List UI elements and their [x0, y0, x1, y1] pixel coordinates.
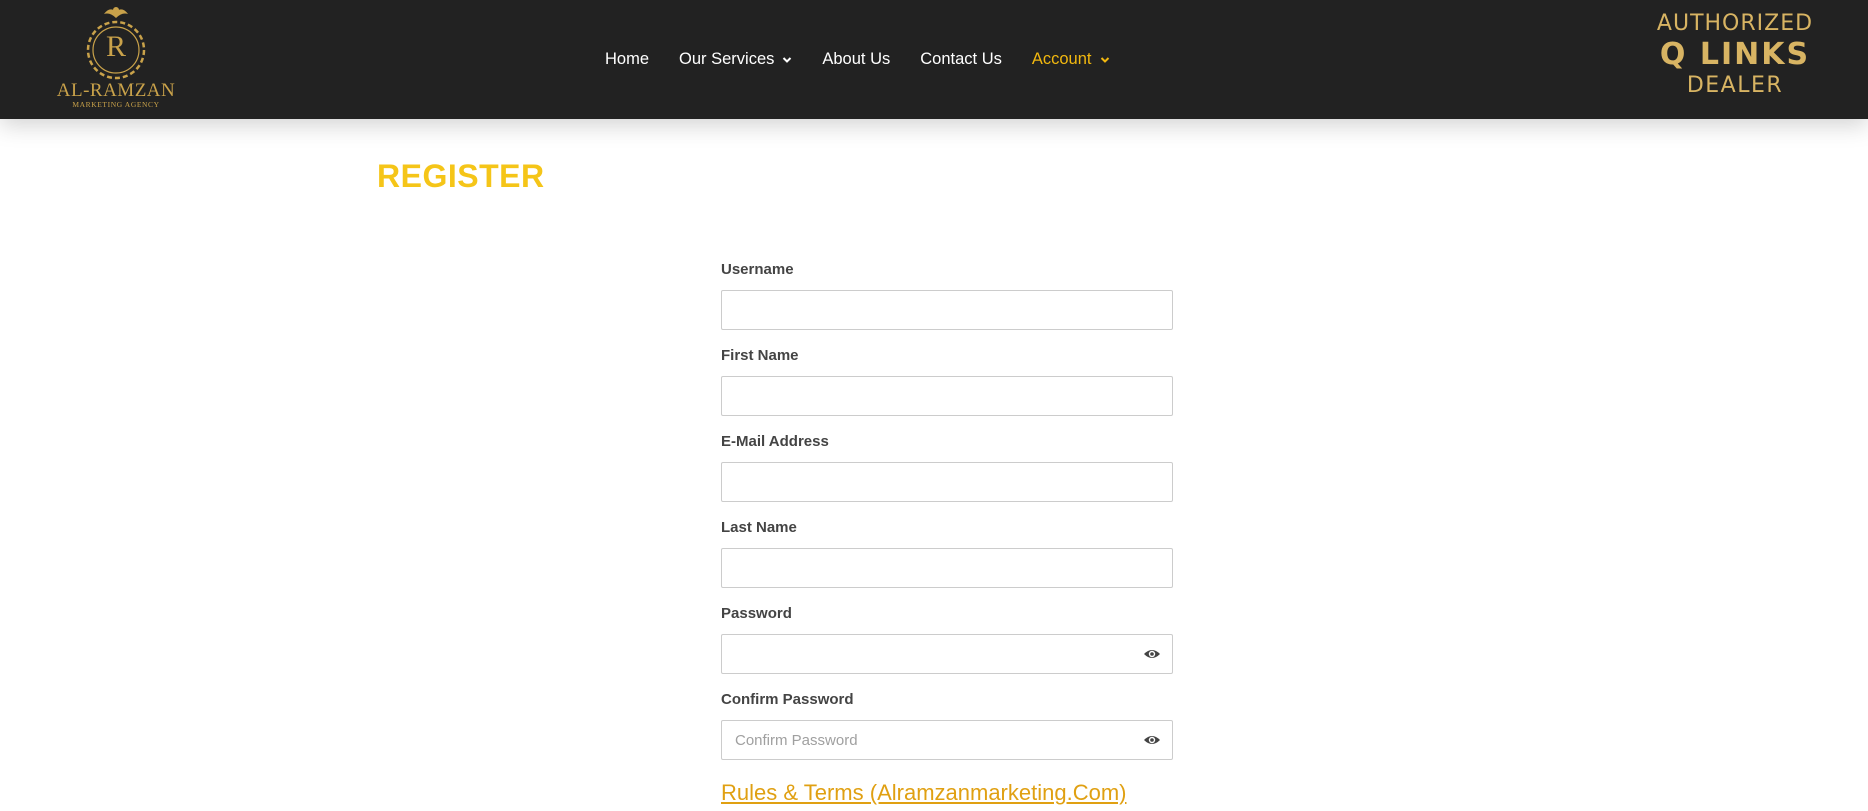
nav-about-us-label: About Us	[822, 50, 891, 68]
eye-icon[interactable]	[1143, 647, 1161, 661]
password-input[interactable]	[721, 634, 1173, 674]
username-field-group: Username	[721, 260, 1173, 330]
nav-contact-us-label: Contact Us	[920, 50, 1002, 68]
email-label: E-Mail Address	[721, 433, 829, 450]
chevron-down-icon	[1100, 56, 1109, 63]
qlinks-dealer-logo[interactable]: AUTHORIZED Q LINKS DEALER	[1630, 10, 1840, 105]
rules-terms-link[interactable]: Rules & Terms (Alramzanmarketing.Com)	[721, 780, 1126, 806]
first-name-field-group: First Name	[721, 346, 1173, 416]
password-field-group: Password	[721, 604, 1173, 674]
nav-account-label: Account	[1031, 50, 1092, 68]
last-name-label: Last Name	[721, 519, 797, 536]
nav-about-us[interactable]: About Us	[822, 50, 890, 69]
register-form: Username First Name E-Mail Address Last …	[721, 260, 1173, 806]
dealer-logo-line3: DEALER	[1686, 73, 1784, 98]
logo-tagline: MARKETING AGENCY	[72, 100, 160, 109]
chevron-down-icon	[783, 56, 792, 63]
password-label: Password	[721, 605, 792, 622]
eye-icon[interactable]	[1143, 733, 1161, 747]
nav-our-services-label: Our Services	[679, 50, 775, 68]
first-name-label: First Name	[721, 347, 799, 364]
main-nav: Home Our Services About Us Contact Us Ac…	[605, 0, 1140, 119]
confirm-password-field-group: Confirm Password	[721, 690, 1173, 760]
confirm-password-label: Confirm Password	[721, 691, 854, 708]
email-field-group: E-Mail Address	[721, 432, 1173, 502]
username-label: Username	[721, 261, 794, 278]
nav-home[interactable]: Home	[605, 50, 649, 69]
first-name-input[interactable]	[721, 376, 1173, 416]
last-name-field-group: Last Name	[721, 518, 1173, 588]
confirm-password-input[interactable]	[721, 720, 1173, 760]
logo-letter: R	[105, 30, 126, 63]
site-header: R AL-RAMZAN MARKETING AGENCY Home Our Se…	[0, 0, 1868, 119]
nav-account[interactable]: Account	[1032, 50, 1110, 69]
dealer-logo-line2: Q LINKS	[1659, 37, 1811, 72]
last-name-input[interactable]	[721, 548, 1173, 588]
email-input[interactable]	[721, 462, 1173, 502]
nav-home-label: Home	[605, 50, 650, 68]
page-title: REGISTER	[377, 158, 545, 194]
nav-our-services[interactable]: Our Services	[679, 50, 792, 69]
al-ramzan-logo[interactable]: R AL-RAMZAN MARKETING AGENCY	[54, 0, 178, 112]
nav-contact-us[interactable]: Contact Us	[920, 50, 1002, 69]
dealer-logo-line1: AUTHORIZED	[1656, 11, 1814, 36]
logo-brand-name: AL-RAMZAN	[56, 80, 176, 101]
username-input[interactable]	[721, 290, 1173, 330]
